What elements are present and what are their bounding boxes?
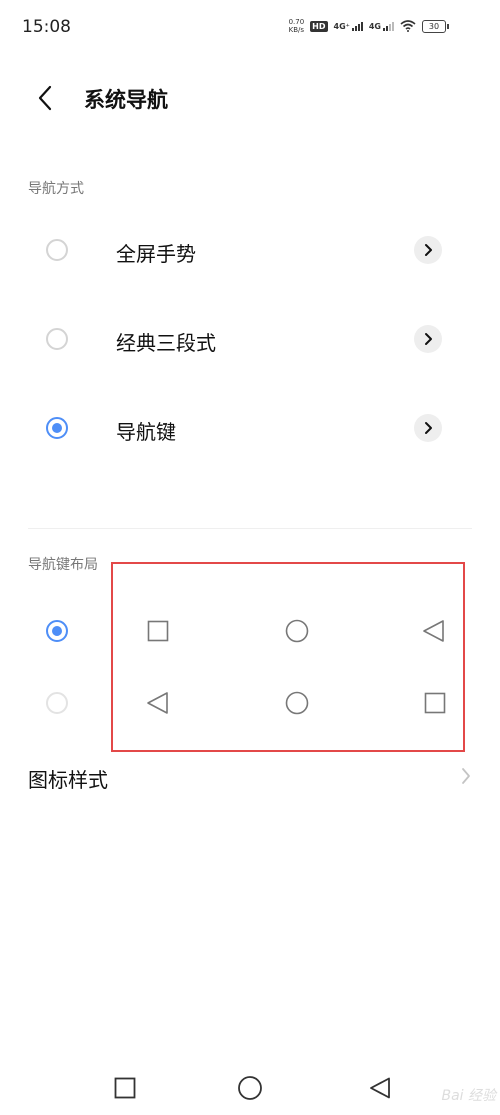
chevron-right-icon — [425, 422, 432, 434]
nav-option-classic-three-key[interactable]: 经典三段式 — [0, 299, 500, 379]
back-button[interactable] — [30, 80, 64, 116]
status-icons: 0.70 KB/s HD 4G⁺ 4G 30 — [289, 18, 449, 34]
sim2-network-label: 4G — [368, 21, 381, 31]
radio-button-selected[interactable] — [46, 417, 68, 439]
system-navigation-bar: Bai 经验 — [0, 1059, 500, 1115]
back-button-nav[interactable] — [368, 1076, 392, 1100]
status-bar: 15:08 0.70 KB/s HD 4G⁺ 4G 30 — [0, 0, 500, 56]
recent-apps-button[interactable] — [113, 1076, 137, 1100]
square-icon — [424, 692, 446, 714]
page-title: 系统导航 — [84, 88, 168, 112]
home-button[interactable] — [237, 1075, 263, 1101]
chevron-left-icon — [38, 85, 52, 111]
radio-button[interactable] — [46, 328, 68, 350]
details-button[interactable] — [414, 325, 442, 353]
back-triangle-icon — [147, 692, 168, 714]
nav-option-label: 经典三段式 — [116, 331, 216, 355]
network-speed-value: 0.70 — [288, 18, 305, 26]
square-icon — [147, 620, 169, 642]
network-speed-unit: KB/s — [288, 26, 305, 34]
layout-option-2-radio[interactable] — [46, 692, 68, 714]
details-button[interactable] — [414, 236, 442, 264]
circle-icon — [285, 619, 309, 643]
icon-style-row[interactable]: 图标样式 — [0, 752, 500, 802]
circle-icon — [285, 691, 309, 715]
chevron-right-icon — [462, 768, 470, 784]
hd-voice-icon: HD — [310, 20, 328, 32]
highlight-box — [111, 562, 465, 752]
details-button[interactable] — [414, 414, 442, 442]
sim1-network-label: 4G⁺ — [333, 21, 350, 31]
network-speed: 0.70 KB/s — [289, 18, 305, 34]
nav-option-nav-keys[interactable]: 导航键 — [0, 388, 500, 468]
status-time: 15:08 — [22, 17, 71, 37]
sim1-signal-icon: 4G⁺ — [333, 21, 363, 31]
nav-option-label: 导航键 — [116, 420, 176, 444]
layout-option-1-radio[interactable] — [46, 620, 68, 642]
icon-style-label: 图标样式 — [28, 768, 108, 792]
chevron-right-icon — [425, 333, 432, 345]
back-triangle-icon — [423, 620, 444, 642]
nav-option-gesture[interactable]: 全屏手势 — [0, 210, 500, 290]
navigation-mode-section-label: 导航方式 — [28, 181, 84, 197]
battery-icon: 30 — [422, 19, 449, 33]
sim2-signal-icon: 4G — [368, 21, 394, 31]
key-layout-section-label: 导航键布局 — [28, 557, 98, 573]
watermark: Bai 经验 — [441, 1088, 496, 1104]
wifi-icon — [400, 20, 416, 32]
section-divider — [28, 528, 472, 529]
chevron-right-icon — [425, 244, 432, 256]
radio-button[interactable] — [46, 239, 68, 261]
nav-option-label: 全屏手势 — [116, 242, 196, 266]
